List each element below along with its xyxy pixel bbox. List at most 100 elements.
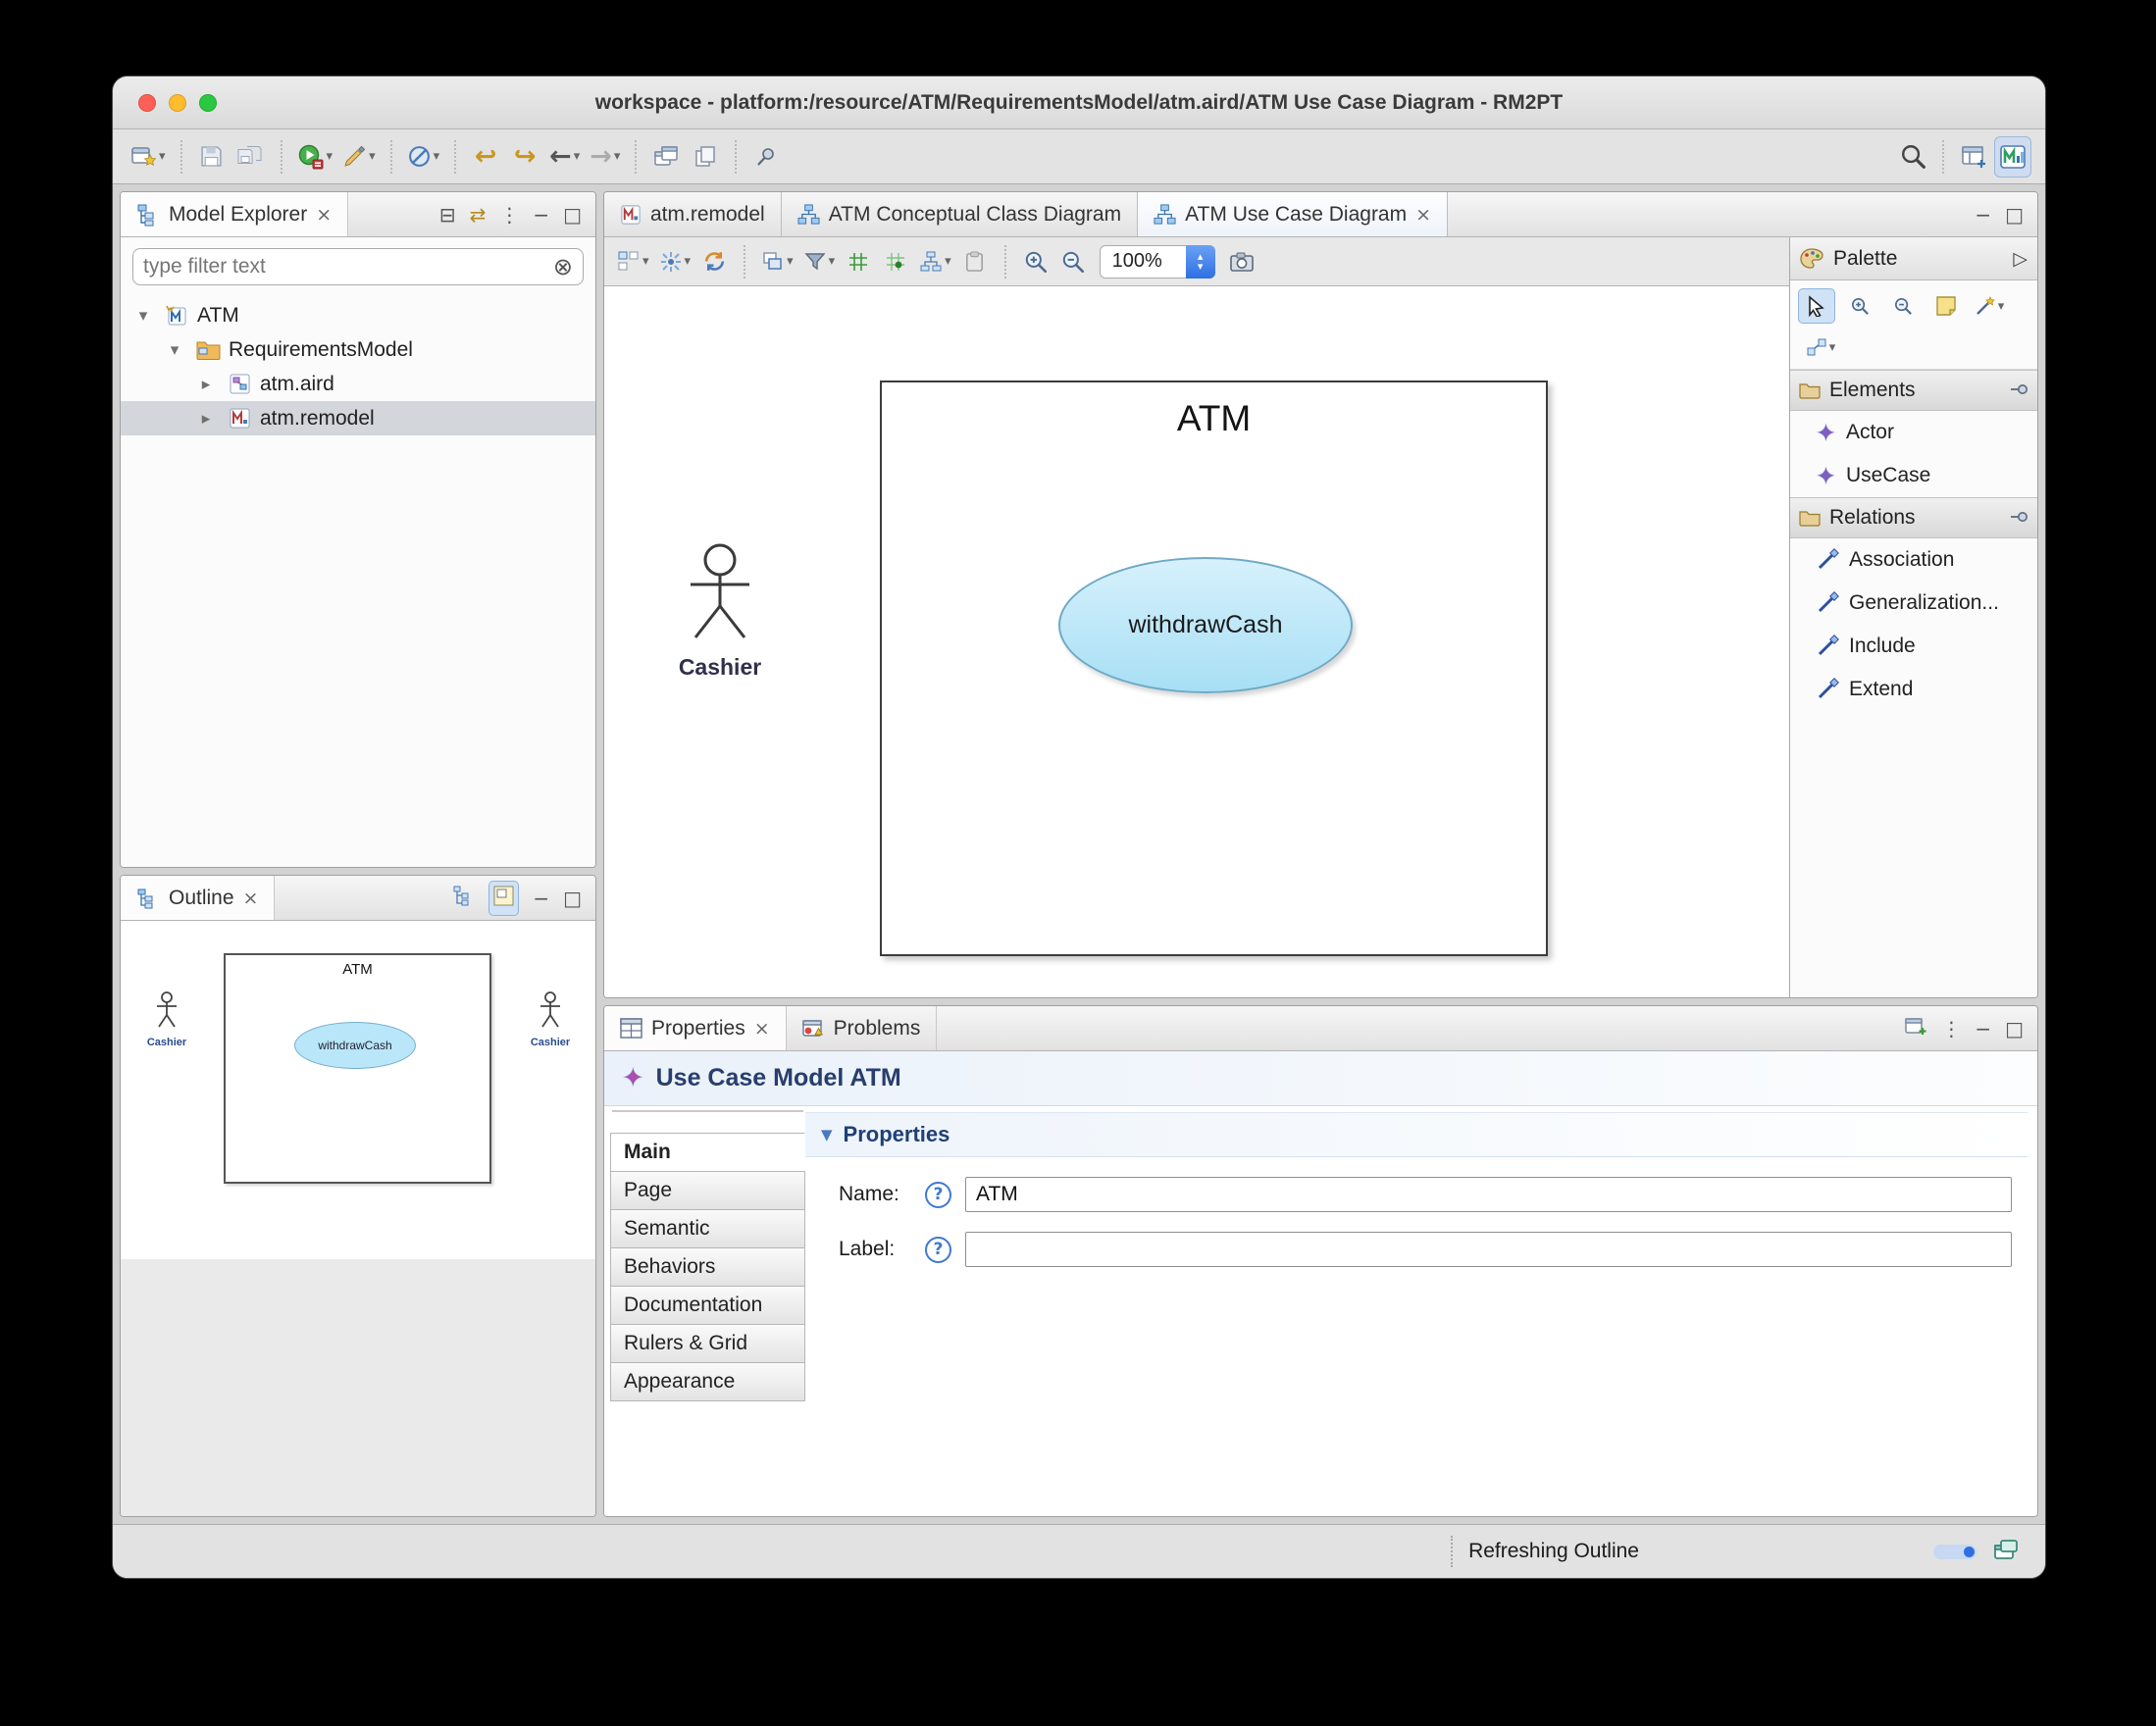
maximize-view-icon[interactable]: □ (2005, 203, 2024, 227)
help-icon[interactable]: ? (925, 1236, 951, 1263)
link-with-editor-icon[interactable]: ⇄ (470, 203, 487, 227)
outline-tree-mode-icon[interactable] (452, 885, 475, 912)
note-tool-button[interactable] (1927, 288, 1965, 324)
tree-item-atm-remodel[interactable]: ▸ atm.remodel (121, 401, 595, 435)
side-tab-behaviors[interactable]: Behaviors (610, 1247, 805, 1287)
section-toggle-icon[interactable]: ▼ (821, 1126, 833, 1143)
tab-problems[interactable]: Problems (787, 1006, 938, 1050)
arrange-button[interactable]: ▾ (916, 242, 954, 281)
show-grid-button[interactable] (842, 242, 875, 281)
forward-button[interactable]: → ▾ (586, 136, 624, 178)
expand-icon[interactable]: ▸ (193, 409, 219, 429)
zoom-in-button[interactable] (1019, 242, 1052, 281)
new-view-icon[interactable] (1904, 1015, 1927, 1041)
tab-usecase-diagram[interactable]: ATM Use Case Diagram × (1138, 192, 1449, 236)
zoom-window-button[interactable] (199, 93, 217, 112)
zoom-combo[interactable]: 100% ▴ ▾ (1099, 244, 1215, 279)
minimize-view-icon[interactable]: − (1975, 203, 1991, 227)
label-input[interactable] (965, 1232, 2012, 1267)
outline-thumbnail[interactable]: ATM withdrawCash Cashier Cashier (121, 921, 595, 1259)
external-tools-button[interactable]: ▾ (338, 136, 380, 178)
close-window-button[interactable] (138, 93, 156, 112)
properties-section-header[interactable]: ▼ Properties (805, 1112, 2028, 1157)
usecase-withdrawcash[interactable]: withdrawCash (1058, 557, 1353, 693)
zoom-stepper[interactable]: ▴ ▾ (1185, 244, 1215, 279)
layout-mode-button[interactable]: ▾ (656, 242, 694, 281)
collapse-palette-icon[interactable]: ▷ (2013, 248, 2028, 270)
open-perspective-button[interactable] (1955, 136, 1992, 178)
close-icon[interactable]: × (243, 888, 259, 909)
side-tab-appearance[interactable]: Appearance (610, 1362, 805, 1401)
link-tool-button[interactable]: ▾ (1798, 330, 1843, 365)
pin-open-icon[interactable] (2010, 379, 2028, 402)
tab-class-diagram[interactable]: ATM Conceptual Class Diagram (782, 192, 1139, 236)
palette-item-usecase[interactable]: ✦ UseCase (1790, 454, 2037, 497)
palette-item-extend[interactable]: Extend (1790, 668, 2037, 711)
zoom-out-button[interactable] (1056, 242, 1090, 281)
filters-button[interactable]: ▾ (800, 242, 839, 281)
clear-filter-icon[interactable]: ⊗ (553, 253, 573, 280)
tree-item-atm[interactable]: ▾ ATM (121, 298, 595, 332)
maximize-view-icon[interactable]: □ (2005, 1017, 2024, 1041)
snap-to-grid-button[interactable] (879, 242, 912, 281)
close-icon[interactable]: × (316, 204, 332, 226)
paste-style-button[interactable] (958, 242, 992, 281)
pin-editor-button[interactable] (747, 136, 785, 178)
system-boundary[interactable]: ATM withdrawCash (880, 381, 1548, 956)
tab-atm-remodel[interactable]: atm.remodel (604, 192, 782, 236)
diagram-canvas[interactable]: Cashier ATM withdrawCash (604, 286, 1789, 997)
close-icon[interactable]: × (754, 1018, 770, 1040)
view-menu-icon[interactable]: ⋮ (1941, 1017, 1961, 1041)
export-image-button[interactable] (1225, 242, 1258, 281)
palette-item-include[interactable]: Include (1790, 625, 2037, 668)
expand-icon[interactable]: ▾ (162, 340, 187, 360)
note-attachment-tool-button[interactable]: ▾ (1971, 288, 2008, 324)
outline-overview-mode-icon[interactable] (488, 880, 520, 916)
collapse-all-icon[interactable]: ⊟ (439, 203, 456, 227)
view-menu-icon[interactable]: ⋮ (499, 203, 519, 227)
minimize-view-icon[interactable]: − (533, 203, 549, 227)
run-button[interactable]: ▾ (293, 136, 337, 178)
palette-section-relations[interactable]: Relations (1790, 497, 2037, 538)
skip-breakpoints-button[interactable]: ▾ (403, 136, 444, 178)
palette-section-elements[interactable]: Elements (1790, 370, 2037, 411)
back-button[interactable]: ← ▾ (545, 136, 584, 178)
side-tab-main[interactable]: Main (610, 1133, 805, 1172)
side-tab-documentation[interactable]: Documentation (610, 1286, 805, 1325)
palette-zoom-out-button[interactable] (1884, 288, 1922, 324)
clone-editor-button[interactable] (687, 136, 724, 178)
select-tool-button[interactable] (1798, 288, 1835, 324)
previous-edit-button[interactable]: ↩ (467, 136, 504, 178)
minimize-view-icon[interactable]: − (1975, 1017, 1991, 1041)
palette-header[interactable]: Palette ▷ (1790, 237, 2037, 280)
tab-outline[interactable]: Outline × (121, 876, 276, 920)
tree-item-requirementsmodel[interactable]: ▾ RequirementsModel (121, 332, 595, 367)
name-input[interactable] (965, 1177, 2012, 1212)
tree-item-atm-aird[interactable]: ▸ atm.aird (121, 367, 595, 401)
expand-icon[interactable]: ▾ (130, 306, 156, 326)
minimize-view-icon[interactable]: − (533, 887, 549, 910)
side-tab-page[interactable]: Page (610, 1171, 805, 1210)
progress-indicator[interactable] (1933, 1544, 1976, 1559)
palette-item-actor[interactable]: ✦ Actor (1790, 411, 2037, 454)
save-button[interactable] (193, 136, 231, 178)
maximize-view-icon[interactable]: □ (563, 203, 582, 227)
save-all-button[interactable] (232, 136, 270, 178)
actor-cashier[interactable]: Cashier (675, 543, 765, 681)
pin-open-icon[interactable] (2010, 506, 2028, 530)
new-wizard-button[interactable]: ▾ (127, 136, 170, 178)
filter-input[interactable] (143, 255, 545, 279)
next-edit-button[interactable]: ↪ (506, 136, 543, 178)
side-tab-rulers-grid[interactable]: Rulers & Grid (610, 1324, 805, 1363)
search-button[interactable] (1894, 136, 1931, 178)
switch-editor-button[interactable] (647, 136, 685, 178)
help-icon[interactable]: ? (925, 1181, 951, 1208)
palette-item-association[interactable]: Association (1790, 538, 2037, 582)
select-mode-button[interactable]: ▾ (614, 242, 652, 281)
rm2pt-perspective-button[interactable] (1994, 135, 2031, 178)
close-icon[interactable]: × (1415, 204, 1431, 226)
side-tab-semantic[interactable]: Semantic (610, 1209, 805, 1248)
maximize-view-icon[interactable]: □ (563, 887, 582, 910)
expand-icon[interactable]: ▸ (193, 375, 219, 394)
tab-model-explorer[interactable]: Model Explorer × (121, 192, 349, 236)
